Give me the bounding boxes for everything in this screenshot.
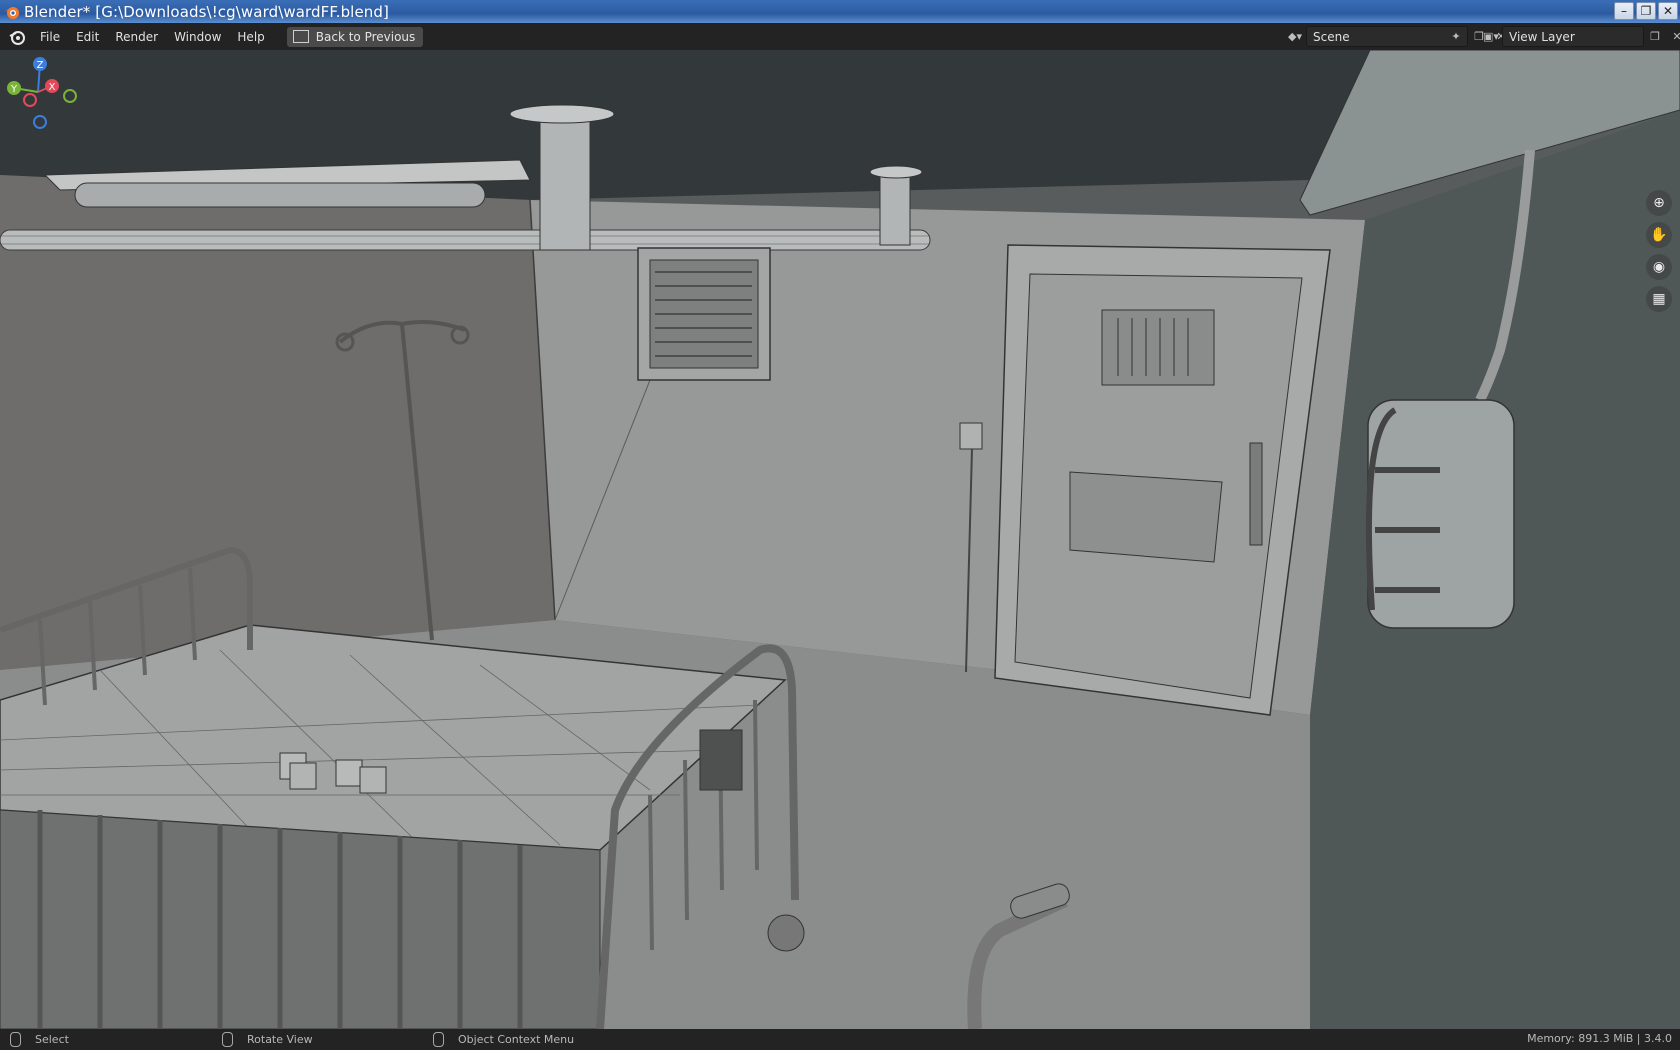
left-mouse-icon	[10, 1032, 21, 1047]
menu-help[interactable]: Help	[229, 23, 272, 50]
status-rotate: Rotate View	[222, 1032, 313, 1047]
status-select: Select	[10, 1032, 69, 1047]
restore-button[interactable]: ❐	[1636, 2, 1656, 20]
camera-icon[interactable]: ◉	[1646, 254, 1672, 280]
status-bar: Select Rotate View Object Context Menu M…	[0, 1029, 1680, 1050]
window-title: Blender* [G:\Downloads\!cg\ward\wardFF.b…	[24, 2, 389, 21]
menu-render[interactable]: Render	[107, 23, 166, 50]
z-axis-label: Z	[37, 60, 44, 71]
menu-edit[interactable]: Edit	[68, 23, 107, 50]
scene-selector: ◆▾ Scene ✦ ❐ ✕	[1284, 26, 1512, 47]
status-select-label: Select	[35, 1033, 69, 1046]
3d-viewport[interactable]: Z Y X ⊕ ✋ ◉ ▦	[0, 50, 1680, 1029]
blender-menu-icon[interactable]	[8, 28, 26, 46]
pan-hand-icon[interactable]: ✋	[1646, 222, 1672, 248]
status-context: Object Context Menu	[433, 1032, 574, 1047]
view-layer-name: View Layer	[1509, 29, 1575, 44]
window-title-bar: Blender* [G:\Downloads\!cg\ward\wardFF.b…	[0, 0, 1680, 23]
view-layer-browse-icon[interactable]: ▣▾	[1480, 27, 1502, 46]
status-rotate-label: Rotate View	[247, 1033, 313, 1046]
zoom-icon[interactable]: ⊕	[1646, 190, 1672, 216]
back-to-previous-label: Back to Previous	[315, 29, 416, 44]
status-context-label: Object Context Menu	[458, 1033, 575, 1046]
middle-mouse-icon	[222, 1032, 233, 1047]
scene-field[interactable]: Scene ✦	[1306, 26, 1468, 47]
scene-browse-icon[interactable]: ◆▾	[1284, 27, 1306, 46]
new-view-layer-icon[interactable]: ❐	[1644, 27, 1666, 46]
right-mouse-icon	[433, 1032, 444, 1047]
grid-ortho-icon[interactable]: ▦	[1646, 286, 1672, 312]
y-axis-label: Y	[10, 84, 18, 95]
viewport-scene	[0, 50, 1680, 1029]
menu-file[interactable]: File	[32, 23, 68, 50]
blender-app-icon	[5, 6, 19, 19]
back-to-previous-button[interactable]: Back to Previous	[286, 26, 424, 47]
x-axis-label: X	[49, 82, 56, 93]
menu-window[interactable]: Window	[166, 23, 229, 50]
close-button[interactable]: ✕	[1658, 2, 1678, 20]
memory-version: Memory: 891.3 MiB | 3.4.0	[1527, 1032, 1672, 1045]
delete-view-layer-icon[interactable]: ✕	[1666, 27, 1680, 46]
orientation-gizmo[interactable]: Z Y X	[0, 50, 80, 130]
screen-icon	[292, 30, 309, 43]
minimize-button[interactable]: –	[1614, 2, 1634, 20]
viewport-nav-tools: ⊕ ✋ ◉ ▦	[1646, 190, 1672, 312]
view-layer-selector: ▣▾ View Layer ❐ ✕	[1480, 26, 1680, 47]
scene-name: Scene	[1313, 29, 1350, 44]
top-menu-bar: File Edit Render Window Help Back to Pre…	[0, 23, 1680, 50]
pin-icon[interactable]: ✦	[1445, 27, 1467, 46]
view-layer-field[interactable]: View Layer	[1502, 26, 1644, 47]
